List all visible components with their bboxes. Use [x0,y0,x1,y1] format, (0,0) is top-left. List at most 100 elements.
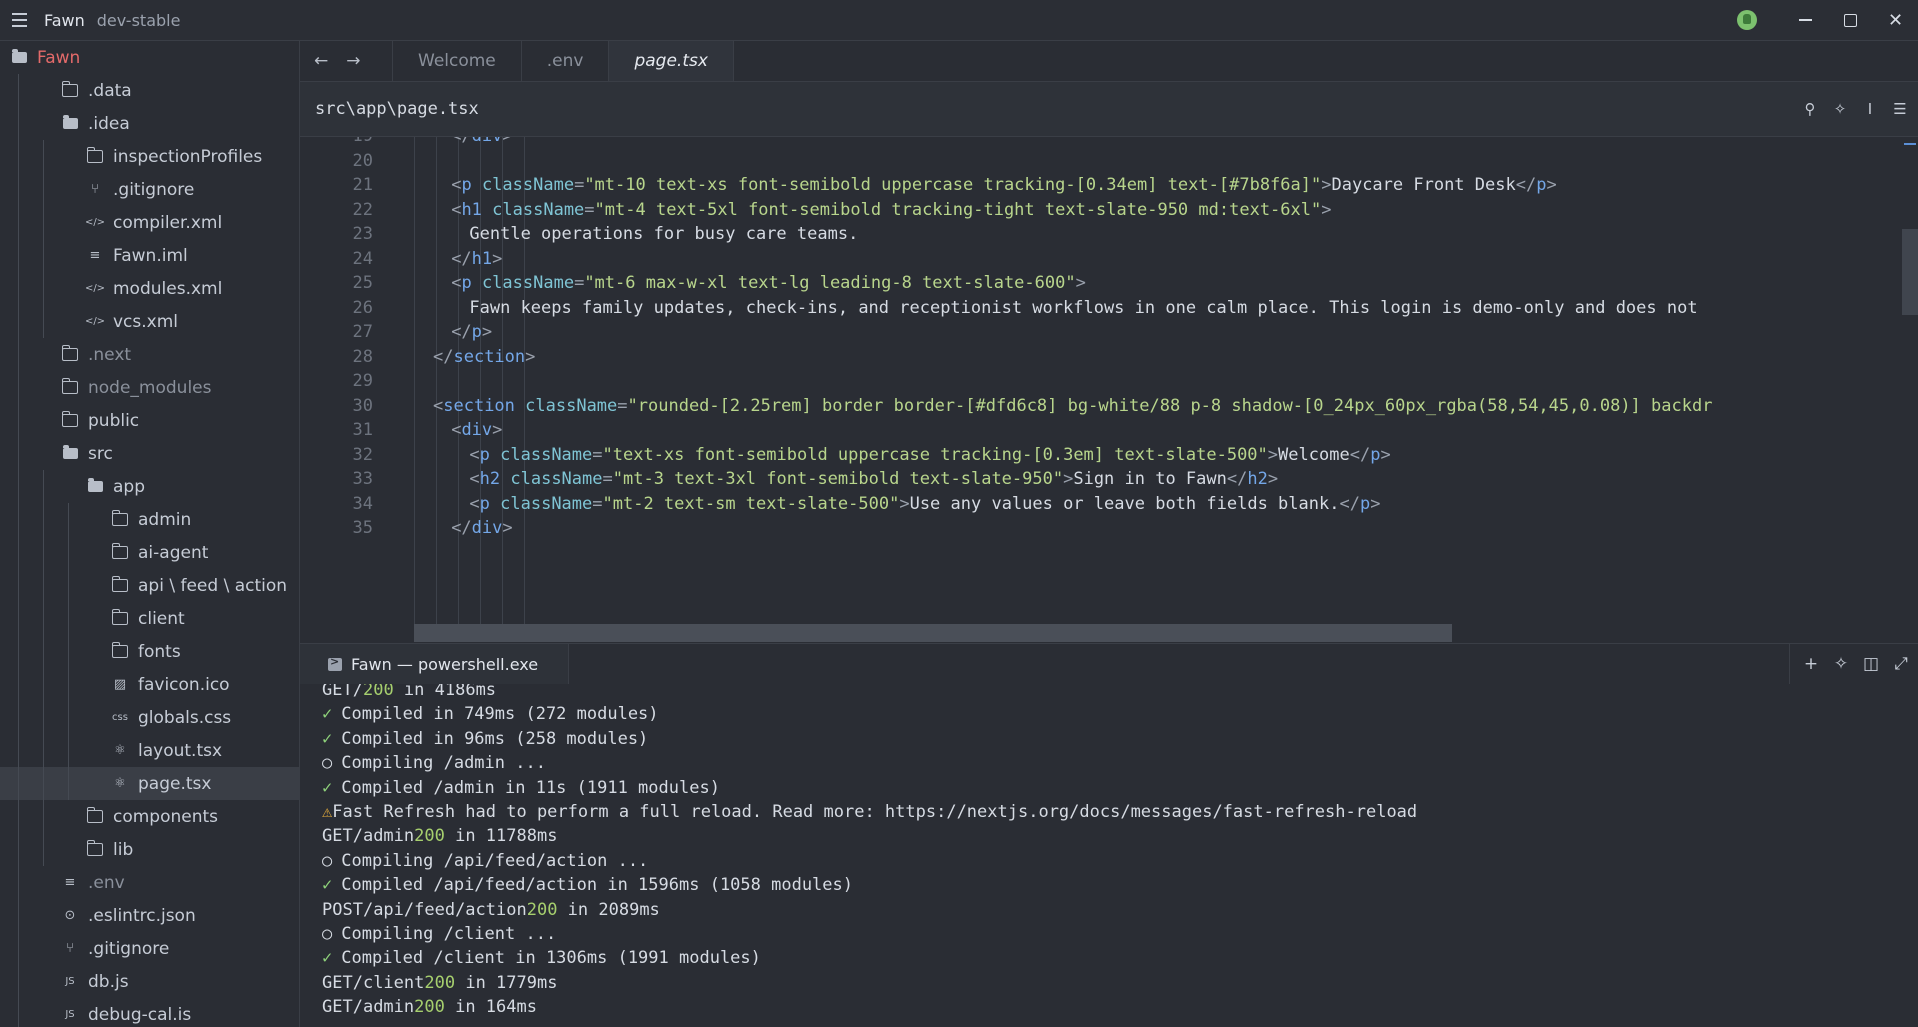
tree-item[interactable]: ▨ favicon.ico [0,668,299,701]
code-editor[interactable]: 19</div>2021<p className="mt-10 text-xs … [300,137,1918,642]
indent-guide [18,701,19,734]
line-number: 24 [352,248,373,269]
tree-item[interactable]: node_modules [0,371,299,404]
folder-icon [61,81,79,100]
title-bar: Fawn dev-stable ✕ [0,0,1918,41]
tree-item[interactable]: client [0,602,299,635]
code-line: 35 </div> [300,513,1918,543]
tree-item[interactable]: Fawn [0,41,299,74]
code-token: </ [433,346,454,367]
tab-welcome[interactable]: Welcome [392,41,521,81]
tree-item[interactable]: lib [0,833,299,866]
tree-item[interactable]: fonts [0,635,299,668]
tree-item[interactable]: ≡ Fawn.iml [0,239,299,272]
tree-item[interactable]: ⚛ page.tsx [0,767,299,800]
sparkle-icon[interactable]: ✧ [1832,654,1850,674]
code-text: </h1> [451,249,502,269]
tree-item-label: client [138,608,185,629]
line-number: 26 [352,297,373,318]
code-token: > [1075,273,1086,293]
forward-arrow-icon[interactable]: → [346,51,360,71]
horizontal-scrollbar[interactable] [414,624,1452,642]
terminal-line: GET /client 200 in 1779ms [322,971,557,995]
expand-icon[interactable]: ⤢ [1892,654,1910,674]
tree-item-label: favicon.ico [138,674,230,695]
maximize-button[interactable] [1828,0,1873,40]
folder-icon [111,642,129,661]
tree-item[interactable]: ai-agent [0,536,299,569]
folder-icon [111,576,129,595]
branch-name[interactable]: dev-stable [97,11,181,30]
text-cursor-icon[interactable]: I [1862,100,1878,118]
plus-icon[interactable]: + [1802,654,1820,674]
indent-guide [68,734,69,767]
tree-item[interactable]: </> modules.xml [0,272,299,305]
folder-shape [11,49,27,63]
tree-item[interactable]: ⑂ .gitignore [0,932,299,965]
split-panel-icon[interactable]: ◫ [1862,654,1880,674]
tree-item[interactable]: src [0,437,299,470]
tab-env[interactable]: .env [520,41,609,81]
tree-item[interactable]: ⚛ layout.tsx [0,734,299,767]
indent-guide [18,965,19,998]
request-path: /admin [352,826,415,847]
sparkle-icon[interactable]: ✧ [1832,100,1848,118]
terminal-tab[interactable]: Fawn — powershell.exe [300,644,569,684]
tree-item[interactable]: .idea [0,107,299,140]
code-token: p [1370,444,1381,465]
code-token: Welcome [1278,444,1350,465]
sliders-icon[interactable]: ☰ [1892,100,1908,118]
code-token: > [1546,175,1557,195]
breadcrumb[interactable]: src\app\page.tsx [315,99,479,119]
tree-item[interactable]: .next [0,338,299,371]
close-button[interactable]: ✕ [1873,0,1918,40]
code-token: > [1321,199,1332,220]
code-token: </ [451,518,472,538]
code-token: = [602,469,613,489]
code-token: > [1063,469,1074,489]
tree-item-label: node_modules [88,377,212,398]
code-token: = [584,199,595,220]
minimize-button[interactable] [1783,0,1828,40]
tree-item[interactable]: inspectionProfiles [0,140,299,173]
tree-item-label: api \ feed \ action [138,575,288,596]
line-number: 35 [352,518,373,538]
code-token: Gentle operations for busy care teams. [469,224,859,244]
terminal-output[interactable]: GET / 200 in 4186ms ✓ Compiled in 749ms (2… [300,684,1918,1027]
search-icon[interactable]: ⚲ [1802,100,1818,118]
tree-item[interactable]: ≡ .env [0,866,299,899]
indent-guide [18,866,19,899]
tree-item[interactable]: components [0,800,299,833]
tree-item[interactable]: </> compiler.xml [0,206,299,239]
line-number: 34 [352,493,373,514]
tree-item[interactable]: css globals.css [0,701,299,734]
tab-page-tsx[interactable]: page.tsx [608,41,734,81]
tree-item-label: modules.xml [113,278,223,299]
tree-item[interactable]: api \ feed \ action [0,569,299,602]
tree-item[interactable]: admin [0,503,299,536]
code-token: > [492,248,503,269]
tree-item[interactable]: JS db.js [0,965,299,998]
tree-item[interactable]: ⑂ .gitignore [0,173,299,206]
code-token: </ [451,322,472,342]
user-avatar-icon[interactable] [1737,10,1757,30]
line-number: 23 [352,224,373,244]
indent-guide [43,536,44,569]
back-arrow-icon[interactable]: ← [314,51,328,71]
line-number: 31 [352,420,373,440]
tree-item[interactable]: .data [0,74,299,107]
hamburger-menu-icon[interactable] [12,0,34,40]
tab-label: .env [546,51,584,71]
tree-item[interactable]: public [0,404,299,437]
indent-guide [18,503,19,536]
close-icon: ✕ [1887,9,1904,31]
file-explorer: Fawn .data .idea inspectionProfiles ⑂ .gitign… [0,41,300,1027]
tree-item[interactable]: ⊙ .eslintrc.json [0,899,299,932]
tree-item[interactable]: </> vcs.xml [0,305,299,338]
tree-item[interactable]: JS debug-cal.is [0,998,299,1027]
tree-item[interactable]: app [0,470,299,503]
code-token: Fawn keeps family updates, check-ins, an… [469,297,1698,318]
